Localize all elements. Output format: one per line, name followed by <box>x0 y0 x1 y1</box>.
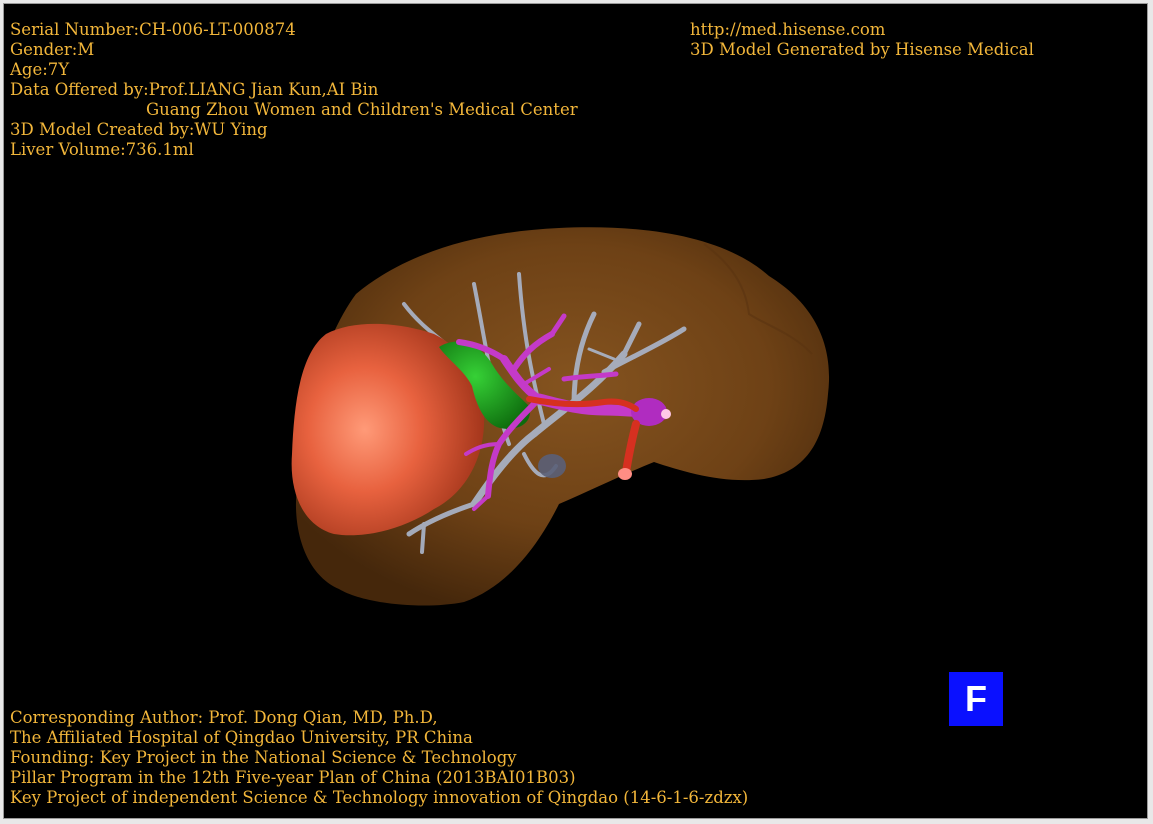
serial-number: Serial Number:CH-006-LT-000874 <box>10 20 296 39</box>
inferior-vena-cava[interactable] <box>538 454 566 478</box>
model-created-by: 3D Model Created by:WU Ying <box>10 120 268 139</box>
gender: Gender:M <box>10 40 95 59</box>
credit-line: Key Project of independent Science & Tec… <box>10 788 749 807</box>
portal-stump <box>661 409 671 419</box>
render-viewport[interactable]: Serial Number:CH-006-LT-000874 Gender:M … <box>3 3 1148 819</box>
branding-panel: http://med.hisense.com 3D Model Generate… <box>690 20 1034 60</box>
orientation-label: F <box>965 678 987 719</box>
website-url: http://med.hisense.com <box>690 20 886 39</box>
credit-line: Pillar Program in the 12th Five-year Pla… <box>10 768 576 787</box>
institution: Guang Zhou Women and Children's Medical … <box>146 100 578 119</box>
liver-volume: Liver Volume:736.1ml <box>10 140 194 159</box>
credit-line: Founding: Key Project in the National Sc… <box>10 748 517 767</box>
age: Age:7Y <box>10 60 70 79</box>
case-info-panel: Serial Number:CH-006-LT-000874 Gender:M … <box>10 20 578 160</box>
orientation-marker[interactable]: F <box>949 672 1003 726</box>
artery-stump <box>618 468 632 480</box>
credits-panel: Corresponding Author: Prof. Dong Qian, M… <box>10 708 748 808</box>
generated-by: 3D Model Generated by Hisense Medical <box>690 40 1034 59</box>
credit-line: The Affiliated Hospital of Qingdao Unive… <box>10 728 473 747</box>
credit-line: Corresponding Author: Prof. Dong Qian, M… <box>10 708 438 727</box>
data-offered-by: Data Offered by:Prof.LIANG Jian Kun,AI B… <box>10 80 379 99</box>
